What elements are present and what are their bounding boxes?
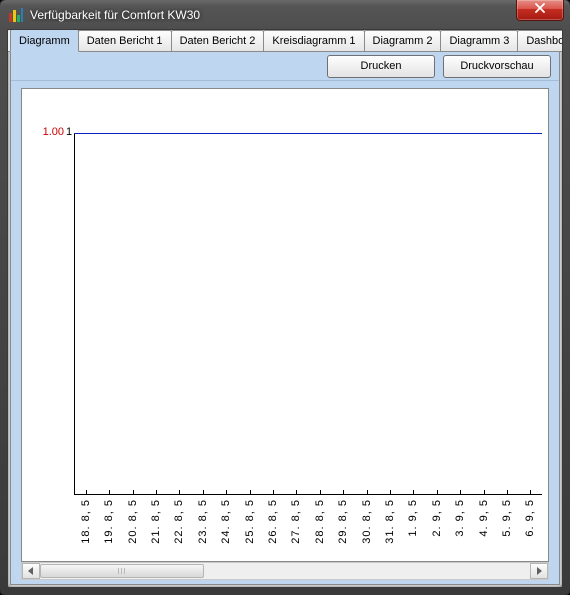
x-tick-label: 26. 8, 5 [267,499,279,544]
tab-diagramm-3[interactable]: Diagramm 3 [440,30,518,51]
x-tick-mark [320,490,321,495]
close-button[interactable] [516,0,564,21]
toolbar: Drucken Druckvorschau [11,52,559,81]
x-tick-mark [413,490,414,495]
y-tick-value: 1 [66,126,72,138]
x-tick-label: 20. 8, 5 [127,499,139,544]
x-tick-label: 27. 8, 5 [290,499,302,544]
tab-daten-bericht-1[interactable]: Daten Bericht 1 [78,30,172,51]
scroll-right-button[interactable] [530,563,548,579]
scroll-thumb[interactable] [40,564,204,578]
x-tick-mark [179,490,180,495]
y-tick-label: 1.00 [36,126,64,138]
x-tick-mark [530,490,531,495]
x-tick-label: 24. 8, 5 [220,499,232,544]
x-tick-mark [460,490,461,495]
tab-kreisdiagramm-1[interactable]: Kreisdiagramm 1 [263,30,364,51]
x-tick-mark [226,490,227,495]
tab-daten-bericht-2[interactable]: Daten Bericht 2 [171,30,265,51]
scroll-left-button[interactable] [22,563,40,579]
x-tick-mark [203,490,204,495]
print-preview-button[interactable]: Druckvorschau [443,55,551,78]
horizontal-scrollbar[interactable] [21,562,549,580]
x-tick-mark [367,490,368,495]
x-tick-mark [296,490,297,495]
x-tick-label: 28. 8, 5 [314,499,326,544]
window-title: Verfügbarkeit für Comfort KW30 [30,8,516,22]
x-tick-label: 29. 8, 5 [337,499,349,544]
series-line [74,133,542,134]
tab-dashboard[interactable]: Dashboard [517,30,563,51]
print-button[interactable]: Drucken [327,55,435,78]
tab-panel-diagramm: Drucken Druckvorschau 18. 8, 5 19. 8, 5 20… [10,51,560,585]
x-tick-mark [250,490,251,495]
tab-diagramm-2[interactable]: Diagramm 2 [364,30,442,51]
x-tick-mark [109,490,110,495]
titlebar: Verfügbarkeit für Comfort KW30 [0,0,570,29]
x-tick-label: 30. 8, 5 [361,499,373,544]
x-tick-mark [390,490,391,495]
x-tick-label: 4. 9, 5 [478,499,490,537]
x-tick-label: 31. 8, 5 [384,499,396,544]
scroll-track[interactable] [40,564,530,578]
close-icon [534,3,546,16]
x-tick-mark [156,490,157,495]
x-tick-label: 25. 8, 5 [244,499,256,544]
x-tick-mark [343,490,344,495]
x-tick-labels: 18. 8, 5 19. 8, 5 20. 8, 5 21. 8, 5 22. 8, 5… [74,495,542,561]
x-tick-label: 3. 9, 5 [454,499,466,537]
x-tick-mark [484,490,485,495]
x-tick-label: 6. 9, 5 [524,499,536,537]
client-area: DiagrammDaten Bericht 1Daten Bericht 2Kr… [7,29,563,588]
plot-region [74,133,542,495]
x-tick-label: 22. 8, 5 [173,499,185,544]
tab-diagramm[interactable]: Diagramm [10,29,79,52]
x-tick-label: 5. 9, 5 [501,499,513,537]
x-tick-mark [437,490,438,495]
chart-area: 18. 8, 5 19. 8, 5 20. 8, 5 21. 8, 5 22. 8, 5… [21,88,549,562]
x-tick-mark [507,490,508,495]
x-tick-label: 1. 9, 5 [407,499,419,537]
x-tick-mark [273,490,274,495]
tabstrip: DiagrammDaten Bericht 1Daten Bericht 2Kr… [8,30,562,52]
x-tick-label: 18. 8, 5 [80,499,92,544]
window-frame: Verfügbarkeit für Comfort KW30 DiagrammD… [0,0,570,595]
x-tick-label: 23. 8, 5 [197,499,209,544]
x-tick-mark [133,490,134,495]
x-tick-label: 19. 8, 5 [103,499,115,544]
app-icon [8,7,24,23]
x-tick-mark [86,490,87,495]
x-tick-label: 21. 8, 5 [150,499,162,544]
x-tick-label: 2. 9, 5 [431,499,443,537]
